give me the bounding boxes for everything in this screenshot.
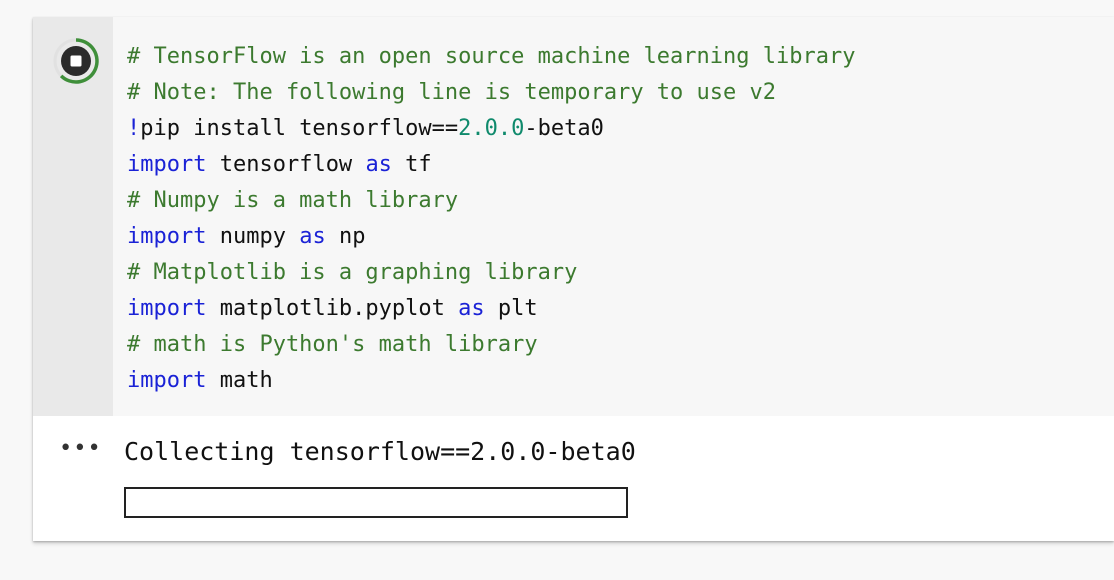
code-line: # TensorFlow is an open source machine l… [127, 39, 855, 75]
stop-icon [53, 38, 99, 84]
code-token-plain: plt [484, 296, 538, 321]
progress-bar [124, 487, 628, 518]
code-line: # Matplotlib is a graphing library [127, 255, 855, 291]
code-lines: # TensorFlow is an open source machine l… [127, 39, 855, 399]
code-token-plain: tf [391, 152, 432, 177]
code-line: # Note: The following line is temporary … [127, 75, 855, 111]
code-token-plain: matplotlib.pyplot [206, 296, 459, 321]
code-token-comment: # Matplotlib is a graphing library [127, 260, 578, 285]
code-token-plain: numpy [206, 224, 300, 249]
code-token-keyword: import [127, 368, 207, 393]
code-token-plain: pip install tensorflow== [140, 116, 459, 141]
code-token-comment: # TensorFlow is an open source machine l… [127, 44, 856, 69]
code-token-comment: # Note: The following line is temporary … [127, 80, 777, 105]
code-editor[interactable]: # TensorFlow is an open source machine l… [113, 17, 1114, 416]
code-token-keyword: import [127, 296, 207, 321]
code-token-plain: math [206, 368, 273, 393]
code-line: # math is Python's math library [127, 327, 855, 363]
code-token-plain: -beta0 [524, 116, 604, 141]
run-button[interactable] [52, 37, 100, 85]
cell-gutter [33, 17, 113, 416]
code-token-keyword: as [365, 152, 392, 177]
code-line: import tensorflow as tf [127, 147, 855, 183]
code-token-keyword: as [458, 296, 485, 321]
code-token-keyword: as [299, 224, 326, 249]
code-line: import numpy as np [127, 219, 855, 255]
code-token-keyword: ! [127, 116, 141, 141]
cell-output: ••• Collecting tensorflow==2.0.0-beta0 [33, 416, 1114, 541]
output-text: Collecting tensorflow==2.0.0-beta0 [124, 437, 636, 466]
code-token-keyword: import [127, 152, 207, 177]
code-line: import math [127, 363, 855, 399]
code-cell[interactable]: # TensorFlow is an open source machine l… [33, 17, 1114, 541]
code-token-plain: tensorflow [206, 152, 366, 177]
code-token-plain: np [325, 224, 366, 249]
code-token-comment: # math is Python's math library [127, 332, 538, 357]
code-token-number: 2.0.0 [458, 116, 525, 141]
code-token-keyword: import [127, 224, 207, 249]
code-token-comment: # Numpy is a math library [127, 188, 459, 213]
code-line: !pip install tensorflow==2.0.0-beta0 [127, 111, 855, 147]
code-line: # Numpy is a math library [127, 183, 855, 219]
output-menu-button[interactable]: ••• [59, 436, 102, 461]
code-line: import matplotlib.pyplot as plt [127, 291, 855, 327]
